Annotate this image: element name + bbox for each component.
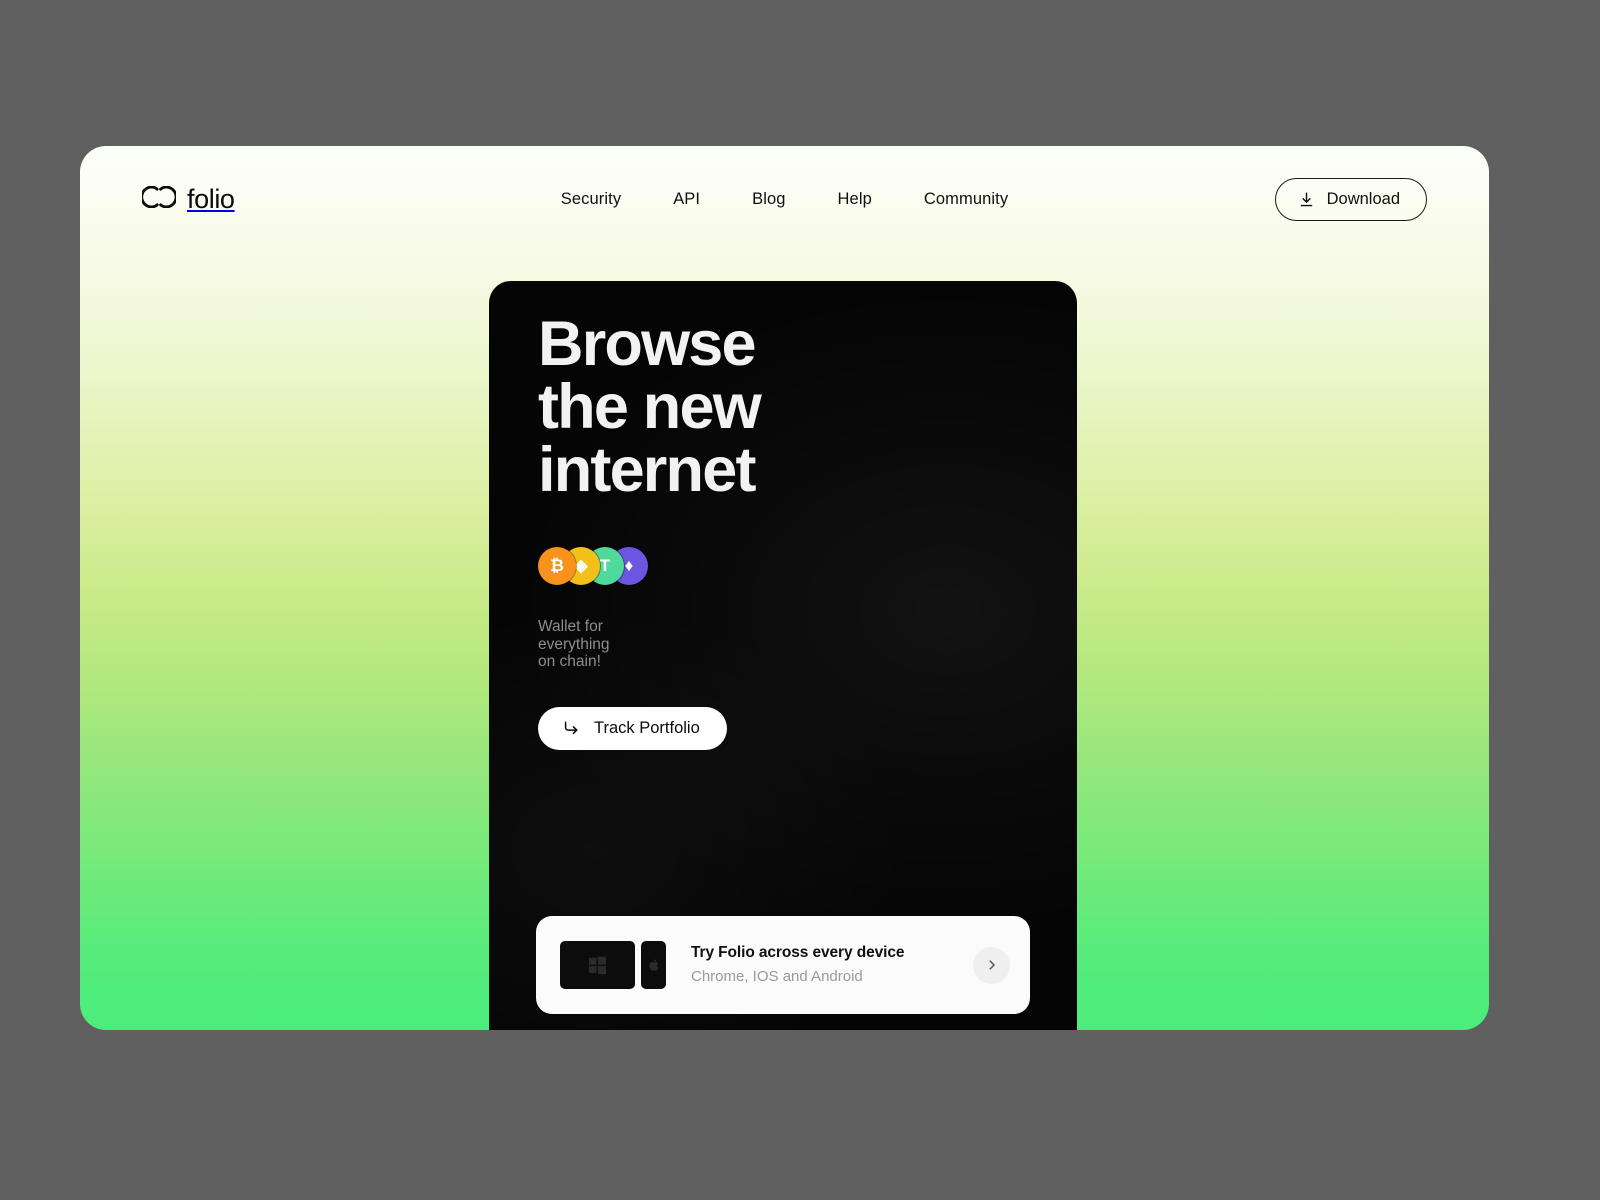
- device-card-title: Try Folio across every device: [691, 944, 905, 962]
- chevron-right-icon: [985, 958, 999, 972]
- download-button-label: Download: [1326, 189, 1400, 208]
- bitcoin-icon: ₿: [538, 547, 576, 585]
- page-canvas: folio Security API Blog Help Community D…: [80, 146, 1489, 1030]
- nav-item-community[interactable]: Community: [924, 190, 1008, 209]
- site-header: folio Security API Blog Help Community D…: [80, 146, 1489, 252]
- nav-item-help[interactable]: Help: [838, 190, 872, 209]
- apple-logo-icon: [648, 959, 659, 971]
- windows-logo-icon: [588, 956, 607, 975]
- coin-badge-group: ₿ ◈ T ♦: [538, 546, 1037, 586]
- download-button[interactable]: Download: [1274, 177, 1427, 221]
- hero-subtitle-line-2: everything: [538, 635, 610, 653]
- device-thumbnails: [560, 941, 666, 989]
- nav-item-api[interactable]: API: [673, 190, 700, 209]
- hero-content: Browse the new internet ₿ ◈ T ♦ Wallet f…: [538, 313, 1037, 750]
- brand-name: folio: [187, 183, 235, 214]
- hero-subtitle-line-3: on chain!: [538, 653, 601, 670]
- hero-subtitle-line-1: Wallet for: [538, 618, 603, 635]
- device-card-text: Try Folio across every device Chrome, IO…: [691, 943, 973, 987]
- device-promo-card[interactable]: Try Folio across every device Chrome, IO…: [536, 916, 1030, 1014]
- desktop-thumbnail: [560, 941, 635, 989]
- hero-title-line-1: Browse: [538, 309, 757, 379]
- chain-link-icon: [140, 185, 178, 213]
- hero-title-line-3: internet: [538, 435, 756, 505]
- track-portfolio-button[interactable]: Track Portfolio: [538, 706, 727, 750]
- hero-title-line-2: the new: [538, 372, 762, 442]
- track-portfolio-label: Track Portfolio: [594, 718, 700, 737]
- device-card-next-button[interactable]: [973, 946, 1010, 984]
- download-icon: [1298, 191, 1315, 208]
- device-card-subtitle: Chrome, IOS and Android: [691, 968, 863, 986]
- nav-item-blog[interactable]: Blog: [752, 190, 785, 209]
- hero-card: Browse the new internet ₿ ◈ T ♦ Wallet f…: [489, 281, 1077, 1030]
- hero-title: Browse the new internet: [538, 313, 1037, 502]
- main-navigation: Security API Blog Help Community: [561, 190, 1008, 209]
- phone-thumbnail: [641, 941, 666, 989]
- brand-logo[interactable]: folio: [140, 183, 235, 214]
- nav-item-security[interactable]: Security: [561, 190, 621, 209]
- arrow-turn-down-right-icon: [562, 719, 580, 737]
- hero-subtitle: Wallet for everything on chain!: [538, 618, 1037, 671]
